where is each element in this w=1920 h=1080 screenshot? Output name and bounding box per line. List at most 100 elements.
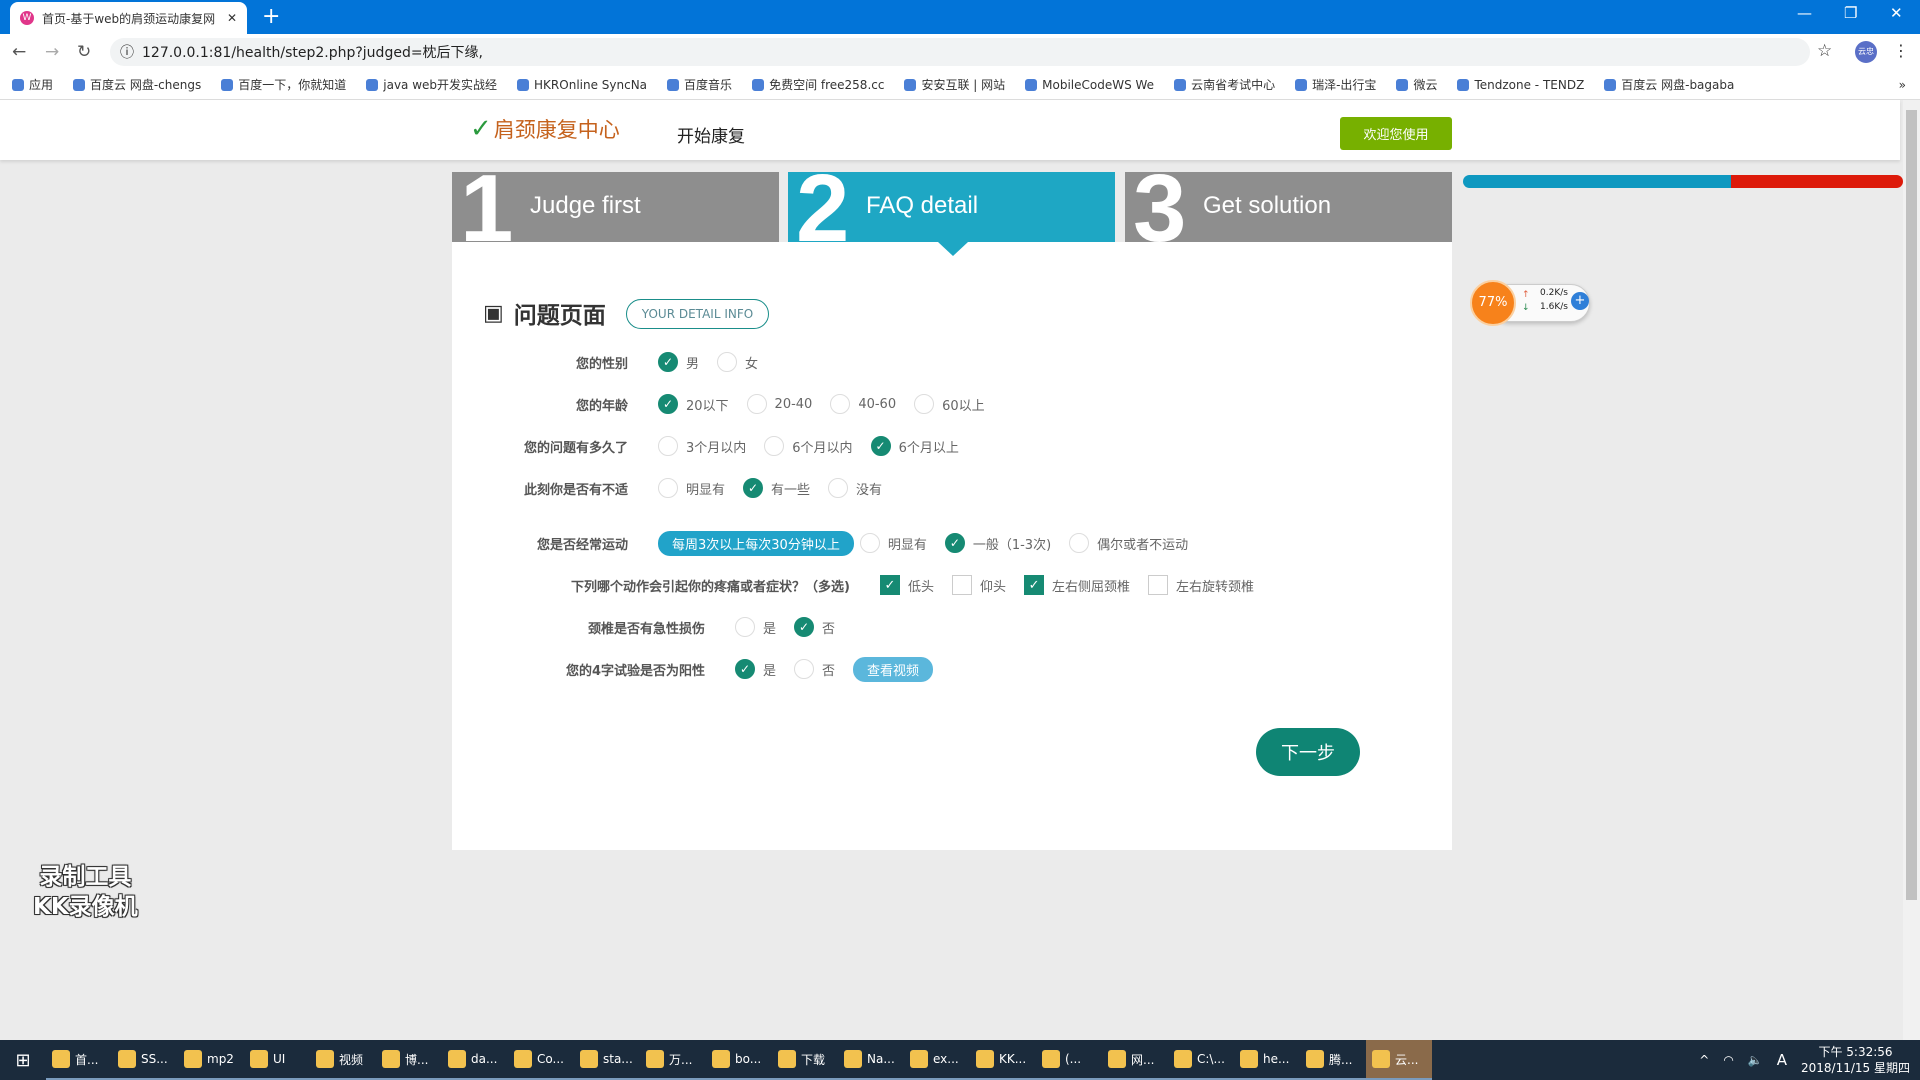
bookmark-item[interactable]: 免费空间 free258.cc — [752, 76, 884, 93]
radio-button[interactable] — [859, 533, 880, 553]
bookmark-item[interactable]: 安安互联 | 网站 — [904, 76, 1005, 93]
taskbar-app[interactable]: 视频 — [310, 1040, 376, 1080]
checkbox[interactable]: ✓ — [1024, 575, 1045, 595]
radio-button[interactable] — [794, 659, 815, 679]
bookmark-star-icon[interactable]: ☆ — [1817, 41, 1832, 61]
tray-chevron-icon[interactable]: ^ — [1699, 1053, 1709, 1067]
option[interactable]: ✓ 20以下 — [658, 394, 729, 414]
welcome-button[interactable]: 欢迎您使用 — [1340, 117, 1452, 150]
view-video-button[interactable]: 查看视频 — [853, 656, 934, 682]
reload-icon[interactable]: ↻ — [77, 42, 91, 62]
back-icon[interactable]: ← — [12, 42, 26, 62]
radio-button[interactable]: ✓ — [658, 352, 678, 372]
minimize-icon[interactable]: — — [1797, 4, 1812, 22]
browser-tab[interactable]: W 首页-基于web的肩颈运动康复网 ✕ — [10, 2, 247, 34]
checkbox[interactable]: ✓ — [880, 575, 900, 595]
new-tab-button[interactable]: + — [262, 4, 280, 29]
taskbar-app[interactable]: KK... — [970, 1040, 1036, 1080]
option[interactable]: 没有 — [828, 478, 882, 498]
bookmark-item[interactable]: 百度云 网盘-chengs — [73, 76, 201, 93]
radio-button[interactable]: ✓ — [743, 478, 764, 498]
option[interactable]: ✓ 有一些 — [743, 478, 810, 498]
radio-button[interactable] — [1069, 533, 1090, 553]
bookmark-item[interactable]: 百度音乐 — [667, 76, 732, 93]
taskbar-app[interactable]: (... — [1036, 1040, 1102, 1080]
radio-button[interactable] — [764, 436, 785, 456]
volume-muted-icon[interactable]: 🔈 — [1748, 1053, 1763, 1067]
scrollbar-thumb[interactable] — [1906, 110, 1917, 900]
radio-button[interactable]: ✓ — [735, 659, 755, 679]
radio-button[interactable] — [830, 394, 851, 414]
radio-button[interactable]: ✓ — [944, 533, 965, 553]
input-method-icon[interactable]: A — [1777, 1051, 1787, 1069]
option[interactable]: ✓ 是 — [735, 659, 776, 679]
taskbar-app[interactable]: mp2 — [178, 1040, 244, 1080]
radio-button[interactable] — [735, 617, 755, 637]
option[interactable]: 明显有 — [859, 533, 927, 553]
taskbar-app[interactable]: UI — [244, 1040, 310, 1080]
option[interactable]: 40-60 — [830, 394, 896, 414]
bookmark-item[interactable]: 微云 — [1396, 76, 1437, 93]
radio-button[interactable]: ✓ — [870, 436, 891, 456]
checkbox[interactable] — [1148, 575, 1169, 595]
taskbar-app[interactable]: 下载 — [772, 1040, 838, 1080]
checkbox[interactable] — [952, 575, 973, 595]
option[interactable]: 是 — [735, 617, 776, 637]
windows-start-icon[interactable]: ⊞ — [0, 1050, 46, 1071]
radio-button[interactable] — [914, 394, 935, 414]
restore-icon[interactable]: ❐ — [1844, 4, 1857, 22]
radio-button[interactable] — [746, 394, 767, 414]
bookmark-item[interactable]: 应用 — [12, 76, 53, 93]
option[interactable]: 偶尔或者不运动 — [1069, 533, 1188, 553]
radio-button[interactable]: ✓ — [794, 617, 815, 637]
more-bookmarks-icon[interactable]: » — [1899, 78, 1920, 92]
profile-avatar[interactable]: 云忠 — [1855, 41, 1877, 63]
bookmark-item[interactable]: 百度云 网盘-bagaba — [1604, 76, 1734, 93]
taskbar-app[interactable]: 博... — [376, 1040, 442, 1080]
option[interactable]: 否 — [794, 659, 835, 679]
option[interactable]: 60以上 — [914, 394, 985, 414]
menu-icon[interactable]: ⋮ — [1893, 41, 1909, 60]
bookmark-item[interactable]: 百度一下，你就知道 — [221, 76, 346, 93]
close-tab-icon[interactable]: ✕ — [227, 11, 237, 25]
radio-button[interactable] — [658, 478, 678, 498]
close-window-icon[interactable]: ✕ — [1890, 4, 1903, 22]
nav-start-rehab[interactable]: 开始康复 — [677, 122, 745, 147]
taskbar-app[interactable]: 云... — [1366, 1040, 1432, 1080]
option[interactable]: 3个月以内 — [658, 436, 746, 456]
taskbar-app[interactable]: bo... — [706, 1040, 772, 1080]
site-logo[interactable]: ✓ 肩颈康复中心 — [470, 114, 620, 144]
option[interactable]: ✓ 否 — [794, 617, 835, 637]
taskbar-app[interactable]: Co... — [508, 1040, 574, 1080]
option[interactable]: 20-40 — [746, 394, 812, 414]
forward-icon[interactable]: → — [45, 42, 59, 62]
taskbar-app[interactable]: C:\... — [1168, 1040, 1234, 1080]
next-step-button[interactable]: 下一步 — [1256, 728, 1360, 776]
taskbar-app[interactable]: he... — [1234, 1040, 1300, 1080]
radio-button[interactable]: ✓ — [658, 394, 678, 414]
bookmark-item[interactable]: MobileCodeWS We — [1025, 78, 1154, 92]
info-icon[interactable]: ⓘ — [120, 42, 134, 62]
bookmark-item[interactable]: java web开发实战经 — [366, 76, 497, 93]
taskbar-app[interactable]: 首... — [46, 1040, 112, 1080]
option[interactable]: ✓ 一般（1-3次) — [944, 533, 1051, 553]
taskbar-app[interactable]: SS... — [112, 1040, 178, 1080]
taskbar-app[interactable]: 网... — [1102, 1040, 1168, 1080]
radio-button[interactable] — [828, 478, 849, 498]
taskbar-app[interactable]: Na... — [838, 1040, 904, 1080]
option[interactable]: ✓ 左右侧屈颈椎 — [1024, 575, 1130, 595]
taskbar-app[interactable]: da... — [442, 1040, 508, 1080]
option[interactable]: 明显有 — [658, 478, 725, 498]
option[interactable]: ✓ 低头 — [880, 575, 934, 595]
taskbar-app[interactable]: 腾... — [1300, 1040, 1366, 1080]
radio-button[interactable] — [717, 352, 738, 372]
radio-button[interactable] — [658, 436, 678, 456]
url-input[interactable]: ⓘ 127.0.0.1:81/health/step2.php?judged=枕… — [110, 38, 1810, 66]
system-clock[interactable]: 下午 5:32:56 2018/11/15 星期四 — [1801, 1044, 1910, 1076]
taskbar-app[interactable]: ex... — [904, 1040, 970, 1080]
option[interactable]: 6个月以内 — [764, 436, 853, 456]
bookmark-item[interactable]: Tendzone - TENDZ — [1457, 78, 1584, 92]
network-speed-widget[interactable]: 77% ↑ ↓ 0.2K/s 1.6K/s + — [1470, 280, 1596, 326]
option[interactable]: 女 — [717, 352, 758, 372]
option[interactable]: ✓ 男 — [658, 352, 699, 372]
